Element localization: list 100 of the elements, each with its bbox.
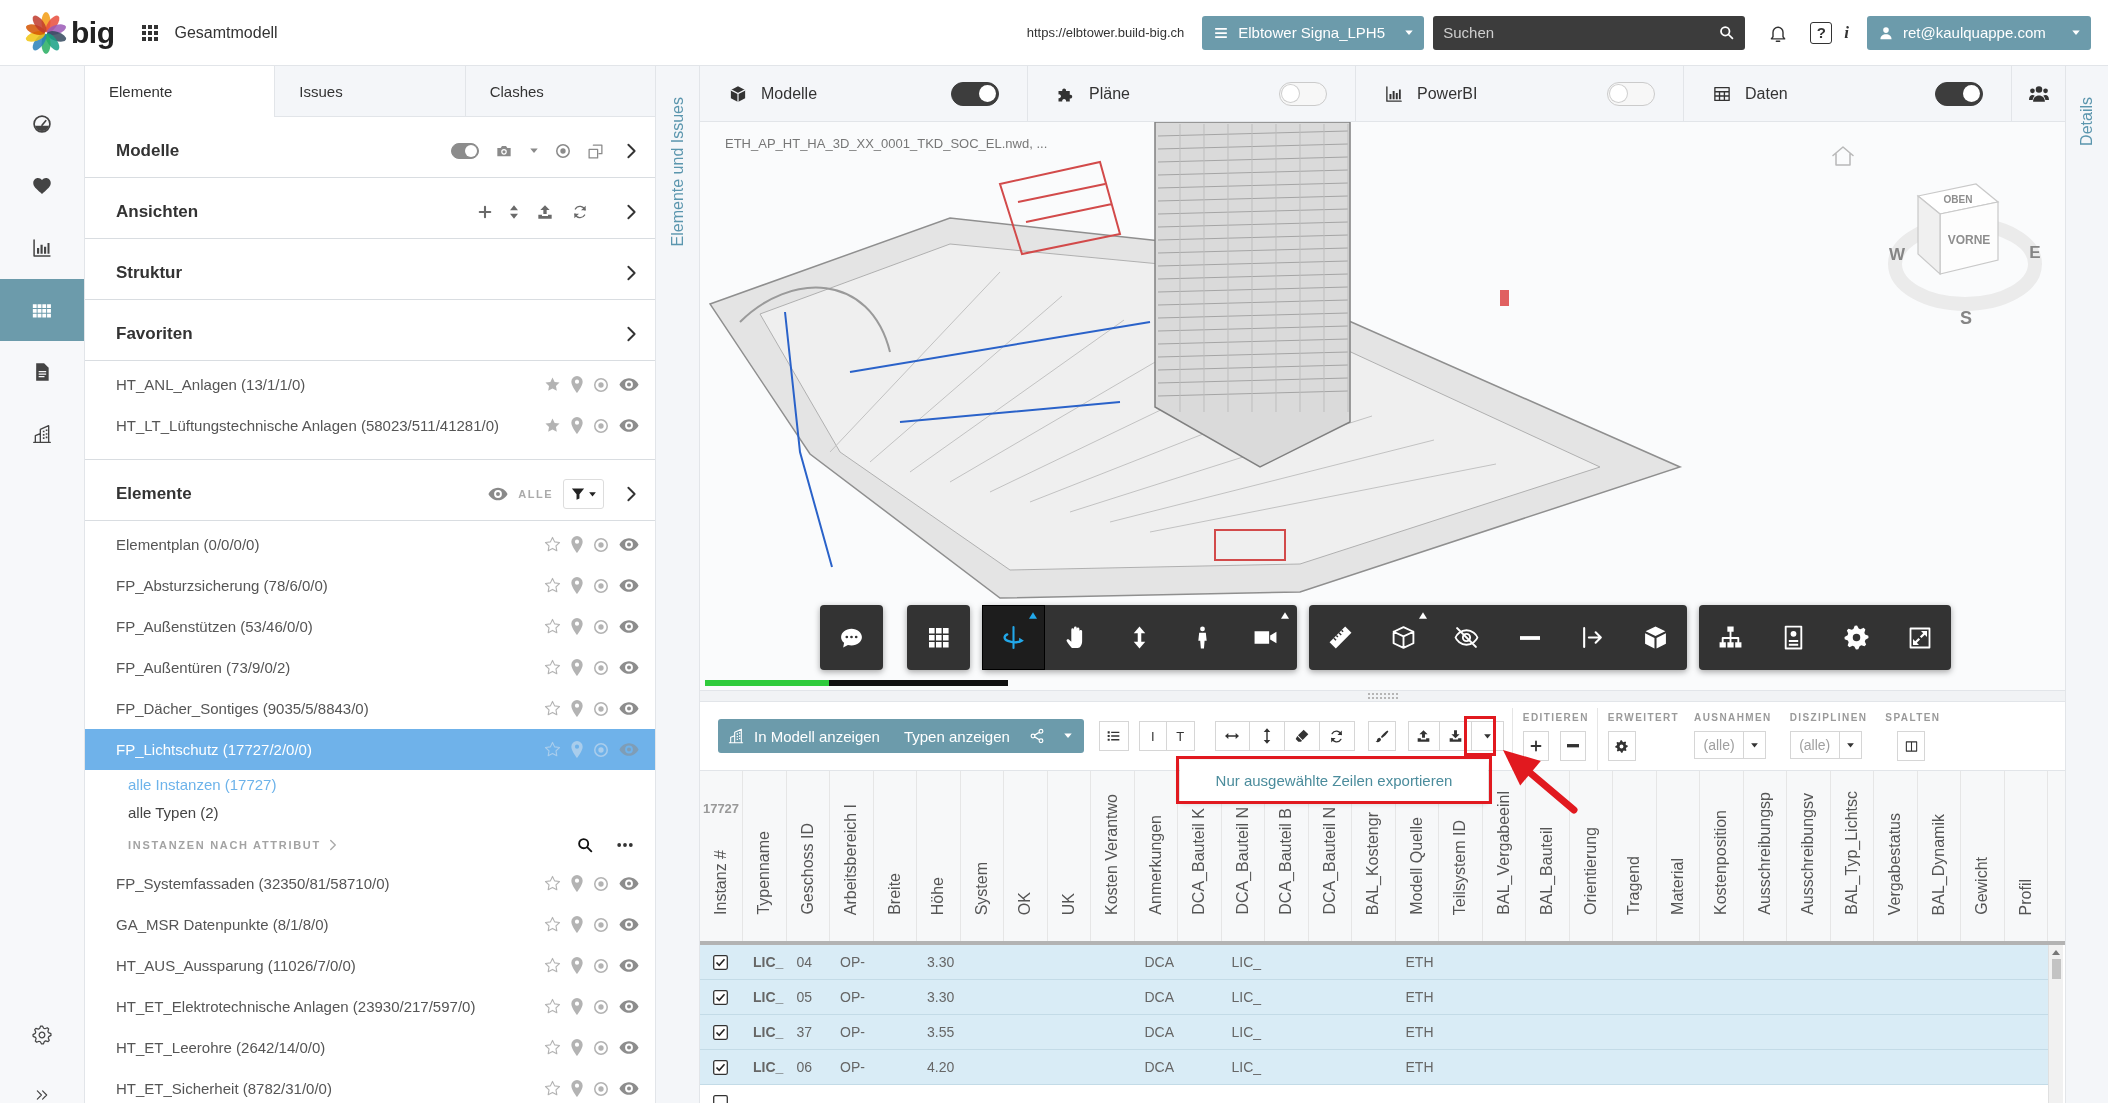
view-cube[interactable] <box>1888 183 2042 311</box>
panel-tab[interactable]: Clashes <box>464 66 655 117</box>
settings-icon[interactable] <box>32 1025 52 1045</box>
toggle-switch[interactable] <box>951 81 999 106</box>
column-header[interactable]: Material <box>1668 858 1687 915</box>
upload-icon[interactable] <box>536 204 554 220</box>
column-header[interactable]: Geschoss ID <box>798 823 817 915</box>
advanced-settings-button[interactable] <box>1607 731 1636 761</box>
copy-icon[interactable] <box>587 142 604 160</box>
section-header[interactable]: Elemente ALLE <box>85 460 655 521</box>
target-icon[interactable] <box>593 376 609 393</box>
checkbox[interactable] <box>713 1059 728 1075</box>
element-list-item[interactable]: HT_LT_Lüftungstechnische Anlagen (58023/511/41281/0) <box>85 405 655 446</box>
eye-icon[interactable] <box>619 701 639 716</box>
target-icon[interactable] <box>593 1039 609 1056</box>
target-icon[interactable] <box>593 998 609 1015</box>
column-header[interactable]: Typenname <box>755 831 774 915</box>
eye-icon[interactable] <box>619 876 639 891</box>
eye-icon[interactable] <box>619 660 639 675</box>
plus-icon[interactable] <box>478 205 492 219</box>
pin-icon[interactable] <box>571 618 583 635</box>
eye-icon[interactable] <box>619 619 639 634</box>
element-list-item[interactable]: FP_Außentüren (73/9/0/2) <box>85 647 655 688</box>
target-icon[interactable] <box>593 536 609 553</box>
fit-height-button[interactable] <box>1249 721 1285 751</box>
dropdown-toggle[interactable] <box>1052 719 1084 753</box>
column-header[interactable]: BAL_Vergabeeinl <box>1494 791 1513 915</box>
target-icon[interactable] <box>593 957 609 974</box>
checkbox[interactable] <box>713 1024 728 1040</box>
target-icon[interactable] <box>593 700 609 717</box>
star-icon[interactable] <box>544 875 561 892</box>
column-header[interactable]: Instanz # <box>712 850 730 915</box>
checkbox[interactable] <box>713 989 728 1005</box>
pin-icon[interactable] <box>571 875 583 892</box>
column-header[interactable]: System <box>972 861 991 915</box>
element-list-item[interactable]: FP_Außenstützen (53/46/0/0) <box>85 606 655 647</box>
more-icon[interactable] <box>617 841 633 848</box>
element-list-item[interactable]: HT_ET_Sicherheit (8782/31/0/0) <box>85 1068 655 1103</box>
users-icon[interactable] <box>2028 84 2049 103</box>
element-list-item[interactable]: FP_Dächer_Sontiges (9035/5/8843/0) <box>85 688 655 729</box>
target-icon[interactable] <box>593 577 609 594</box>
element-list-item[interactable]: FP_Absturzsicherung (78/6/0/0) <box>85 565 655 606</box>
chevron-right-icon[interactable] <box>328 838 337 851</box>
eye-icon[interactable] <box>619 999 639 1014</box>
refresh-icon[interactable] <box>572 204 588 220</box>
star-icon[interactable] <box>544 536 561 553</box>
element-list-item[interactable]: HT_ET_Leerohre (2642/14/0/0) <box>85 1027 655 1068</box>
paint-button[interactable] <box>1367 721 1396 751</box>
star-icon[interactable] <box>544 741 561 758</box>
eye-icon[interactable] <box>619 1040 639 1055</box>
pin-icon[interactable] <box>571 1080 583 1097</box>
eye-icon[interactable] <box>619 537 639 552</box>
pin-icon[interactable] <box>571 998 583 1015</box>
star-icon[interactable] <box>544 916 561 933</box>
star-icon[interactable] <box>544 577 561 594</box>
column-header[interactable]: DCA_Bauteil N <box>1233 807 1252 915</box>
star-icon[interactable] <box>544 659 561 676</box>
column-header[interactable]: UK <box>1059 892 1078 915</box>
text-format-button[interactable]: T <box>1166 721 1195 751</box>
column-header[interactable]: Kosten Verantwo <box>1103 794 1122 915</box>
star-icon[interactable] <box>544 1039 561 1056</box>
column-header[interactable]: BAL_Bauteil <box>1538 826 1557 915</box>
pin-icon[interactable] <box>571 536 583 553</box>
eye-icon[interactable] <box>619 418 639 433</box>
column-header[interactable]: Profil <box>2016 878 2035 915</box>
column-header[interactable]: DCA_Bauteil B <box>1277 808 1296 915</box>
target-icon[interactable] <box>593 1080 609 1097</box>
column-header[interactable]: Kostenposition <box>1712 810 1731 915</box>
scrollbar-thumb[interactable] <box>2051 959 2061 979</box>
eye-icon[interactable] <box>619 377 639 392</box>
refresh-button[interactable] <box>1319 721 1355 751</box>
section-header[interactable]: Modelle <box>85 117 655 178</box>
pin-icon[interactable] <box>571 577 583 594</box>
columns-button[interactable] <box>1897 731 1926 761</box>
pin-icon[interactable] <box>571 376 583 393</box>
column-header[interactable]: Breite <box>885 873 904 915</box>
help-button[interactable]: ? <box>1810 21 1833 44</box>
sort-icon[interactable] <box>510 205 518 219</box>
element-list-item[interactable]: GA_MSR Datenpunkte (8/1/8/0) <box>85 904 655 945</box>
camera-icon[interactable] <box>495 143 513 159</box>
star-icon[interactable] <box>544 618 561 635</box>
clear-button[interactable] <box>1284 721 1320 751</box>
star-icon[interactable] <box>544 376 561 393</box>
text-format-button[interactable]: I <box>1138 721 1167 751</box>
info-button[interactable]: i <box>1844 22 1849 43</box>
scrollbar-track[interactable] <box>2048 945 2063 1103</box>
column-header[interactable]: Teilsystem ID <box>1451 819 1470 915</box>
column-header[interactable]: DCA_Bauteil N <box>1320 807 1339 915</box>
column-header[interactable]: BAL_Typ_Lichtsc <box>1842 791 1861 915</box>
checkbox[interactable] <box>713 954 728 970</box>
eye-icon[interactable] <box>619 958 639 973</box>
pin-icon[interactable] <box>571 1039 583 1056</box>
menu-item[interactable]: Nur ausgewählte Zeilen exportieren <box>1215 772 1453 789</box>
element-list-item[interactable]: HT_ET_Elektrotechnische Anlagen (23930/217/597/0) <box>85 986 655 1027</box>
column-header[interactable]: Höhe <box>929 876 948 915</box>
remove-button[interactable] <box>1559 731 1586 761</box>
star-icon[interactable] <box>544 998 561 1015</box>
sub-list-item[interactable]: alle Typen (2) <box>85 798 655 826</box>
toggle-switch[interactable] <box>451 143 479 159</box>
pin-icon[interactable] <box>571 700 583 717</box>
